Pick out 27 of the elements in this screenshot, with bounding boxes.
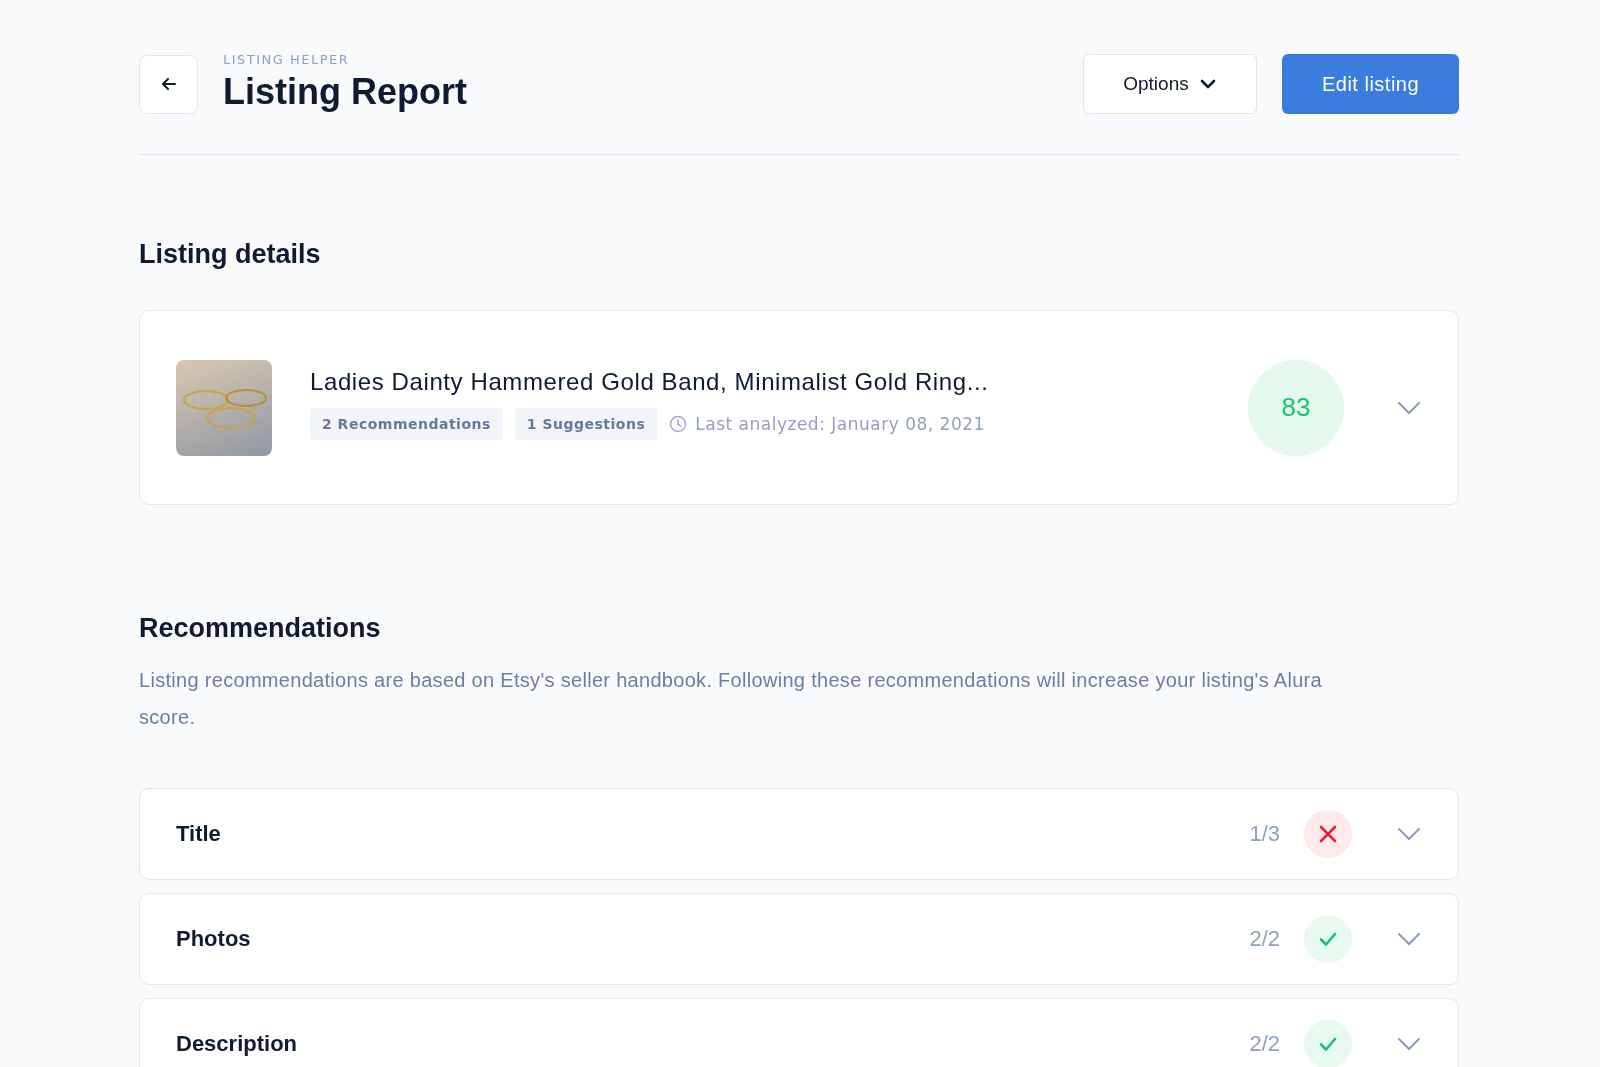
section-description: Listing recommendations are based on Etsy's seller handbook. Following these recommendations will increase your listing's Alura score. [139,668,1323,730]
section-heading: Listing details [139,239,322,270]
clock-icon [669,414,688,433]
expand-chevron-icon[interactable] [1396,399,1422,416]
page-title: Listing Report [223,70,467,113]
edit-listing-button[interactable]: Edit listing [1282,54,1459,114]
options-button[interactable]: Options [1083,54,1257,114]
page-eyebrow: LISTING HELPER [223,51,351,67]
last-analyzed-text: Last analyzed: January 08, 2021 [695,413,985,434]
row-label: Photos [176,926,252,952]
row-score: 1/3 [1249,821,1280,847]
row-label: Description [176,1031,299,1057]
row-label: Title [176,821,222,847]
count-tag: 1 Suggestions [514,407,658,440]
expand-chevron-icon[interactable] [1396,826,1422,842]
score-badge: 83 [1248,359,1344,456]
recommendation-row[interactable]: Title 1/3 [139,788,1459,880]
row-score: 2/2 [1249,926,1280,952]
expand-chevron-icon[interactable] [1396,1036,1422,1052]
listing-title: Ladies Dainty Hammered Gold Band, Minimalist Gold Ring... [310,367,990,396]
count-tag: 2 Recommendations [310,407,503,440]
section-heading: Recommendations [139,613,382,644]
recommendation-row[interactable]: Description 2/2 [139,998,1459,1067]
recommendation-row[interactable]: Photos 2/2 [139,893,1459,985]
row-score: 2/2 [1249,1031,1280,1057]
chevron-down-icon [1198,78,1217,90]
expand-chevron-icon[interactable] [1396,931,1422,947]
